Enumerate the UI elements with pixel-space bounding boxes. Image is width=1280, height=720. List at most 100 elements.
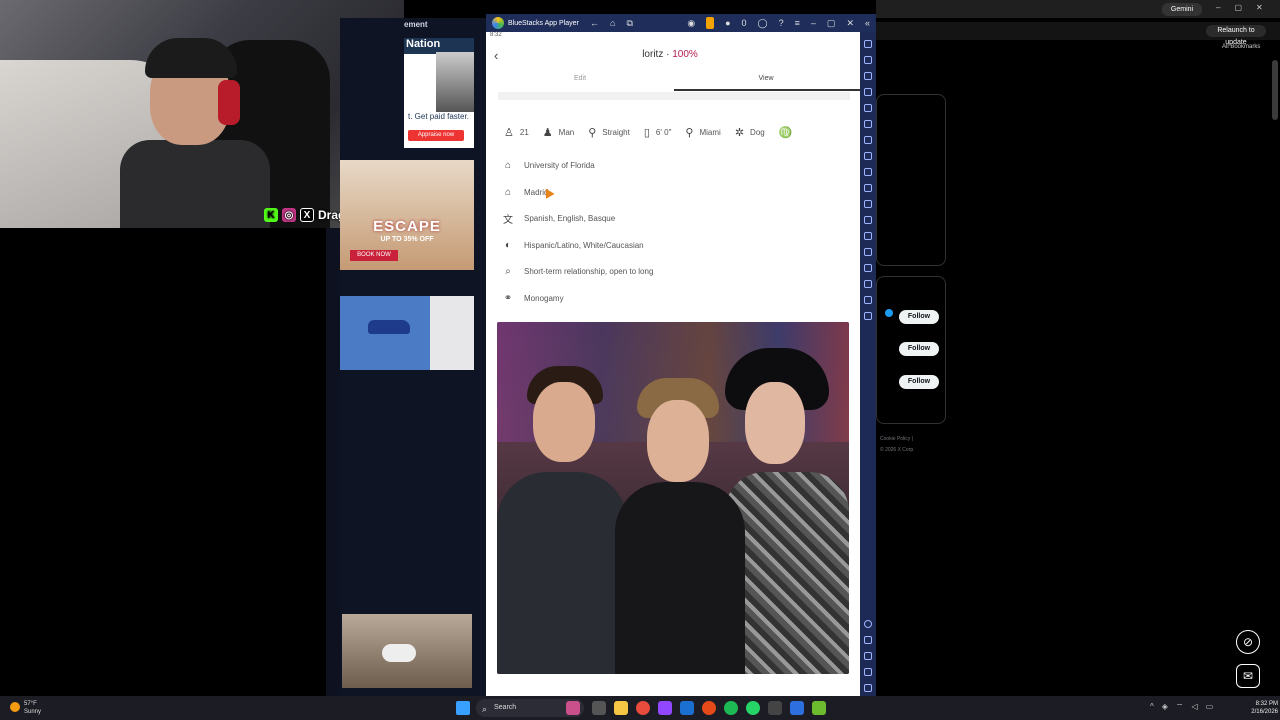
sidebar-keyboard-icon[interactable] <box>864 72 872 80</box>
gemini-button[interactable]: Gemini <box>1162 3 1202 16</box>
play-badge-icon[interactable] <box>706 17 715 29</box>
sidebar-record-icon[interactable] <box>864 136 872 144</box>
emulator-title: BlueStacks App Player <box>508 19 579 27</box>
browser-close-icon[interactable]: ✕ <box>1256 3 1263 15</box>
sidebar-macro-icon[interactable] <box>864 152 872 160</box>
gender-icon: ♟ <box>542 126 553 139</box>
relaunch-button[interactable]: Relaunch to update <box>1206 25 1266 46</box>
kick-icon: K <box>264 208 278 222</box>
tray-volume-icon[interactable]: ◁ <box>1191 702 1197 714</box>
vital-item: ▯ 6' 0" <box>644 126 672 139</box>
home-icon: ⌂ <box>504 186 512 198</box>
sidebar-settings-bottom-icon[interactable] <box>864 636 872 644</box>
ad2-subtitle: UP TO 35% OFF <box>380 236 434 243</box>
ad-banner-3[interactable] <box>340 296 474 370</box>
sidebar-settings-icon[interactable] <box>864 296 872 304</box>
taskbar-app4-icon[interactable] <box>768 701 782 715</box>
sidebar-shake-icon[interactable] <box>864 200 872 208</box>
follow-button[interactable]: Follow <box>899 342 939 356</box>
sidebar-back-icon[interactable] <box>864 652 872 660</box>
taskbar-app2-icon[interactable] <box>680 701 694 715</box>
sidebar-rotate-icon[interactable] <box>864 104 872 112</box>
info-label: University of Florida <box>524 160 595 170</box>
sidebar-gamepad-icon[interactable] <box>864 88 872 96</box>
tab-view[interactable]: View <box>672 75 860 82</box>
tab-edit[interactable]: Edit <box>486 75 674 82</box>
taskbar-chrome-icon[interactable] <box>636 701 650 715</box>
vital-label: Dog <box>750 127 765 137</box>
sidebar-fullscreen-icon[interactable] <box>864 40 872 48</box>
sidebar-sync-icon[interactable] <box>864 264 872 272</box>
taskbar-clock[interactable]: 8:32 PM 2/16/2026 <box>1238 700 1278 718</box>
sidebar-eco-icon[interactable] <box>864 248 872 256</box>
search-icon: ⌕ <box>505 265 511 277</box>
messages-icon[interactable]: ✉ <box>1236 664 1260 688</box>
maximize-icon[interactable]: ▢ <box>827 18 836 29</box>
sidebar-trash-icon[interactable] <box>864 280 872 288</box>
sidebar-location-icon[interactable] <box>864 184 872 192</box>
browser-window-controls: – ▢ ✕ <box>1216 3 1276 15</box>
profile-photo[interactable] <box>497 322 849 674</box>
follow-button[interactable]: Follow <box>899 375 939 389</box>
tray-chevron-icon[interactable]: ^ <box>1150 702 1154 714</box>
account-icon[interactable]: ◯ <box>758 18 768 29</box>
sidebar-recent-icon[interactable] <box>864 684 872 692</box>
vital-item: ♟ Man <box>543 126 574 139</box>
sidebar-volume-icon[interactable] <box>864 56 872 64</box>
sidebar-home-icon[interactable] <box>864 668 872 676</box>
ad-banner-2[interactable]: ESCAPE UP TO 35% OFF BOOK NOW <box>340 160 474 270</box>
grok-icon[interactable]: ⊘ <box>1236 630 1260 654</box>
home-nav-icon[interactable]: ⌂ <box>610 18 615 28</box>
help-icon[interactable]: ? <box>779 18 784 28</box>
browser-maximize-icon[interactable]: ▢ <box>1234 3 1242 15</box>
taskbar-bluestacks-icon[interactable] <box>812 701 826 715</box>
ad2-button[interactable]: BOOK NOW <box>350 250 398 261</box>
follow-button[interactable]: Follow <box>899 310 939 324</box>
ethnicity-icon: ◐ <box>504 239 512 251</box>
windows-start-icon[interactable] <box>456 701 470 715</box>
sidebar-help-icon[interactable] <box>864 620 872 628</box>
taskbar-app3-icon[interactable] <box>702 701 716 715</box>
sidebar-apk-icon[interactable] <box>864 216 872 224</box>
browser-minimize-icon[interactable]: – <box>1216 3 1220 15</box>
minimize-icon[interactable]: – <box>811 18 816 28</box>
taskbar-app-icon[interactable] <box>566 701 580 715</box>
menu-icon[interactable]: ≡ <box>795 18 800 28</box>
taskbar-twitch-icon[interactable] <box>658 701 672 715</box>
taskbar-app5-icon[interactable] <box>790 701 804 715</box>
collapse-icon[interactable]: « <box>865 18 870 28</box>
vital-item: ♍ <box>779 126 799 139</box>
info-row: 文 Spanish, English, Basque <box>502 211 842 226</box>
weather-widget[interactable]: 57°F Sunny <box>10 700 80 718</box>
info-row: ⌂ University of Florida <box>502 158 842 172</box>
taskbar-whatsapp-icon[interactable] <box>746 701 760 715</box>
ad-banner-4[interactable] <box>342 614 472 688</box>
clock-date: 2/16/2026 <box>1251 709 1278 715</box>
sidebar-folder-icon[interactable] <box>864 232 872 240</box>
taskbar-taskview-icon[interactable] <box>592 701 606 715</box>
tray-network-icon[interactable]: ⌔ <box>1176 702 1184 714</box>
all-bookmarks[interactable]: All Bookmarks <box>1222 44 1278 54</box>
footer-cookie-policy[interactable]: Cookie Policy | <box>880 434 940 445</box>
back-arrow-icon[interactable]: ‹ <box>494 48 506 63</box>
browser-scrollbar[interactable] <box>1272 60 1278 120</box>
sidebar-instance-icon[interactable] <box>864 168 872 176</box>
back-nav-icon[interactable]: ← <box>590 18 599 28</box>
clock-time: 8:32 PM <box>1255 701 1278 707</box>
tray-battery-icon[interactable]: ▭ <box>1206 702 1214 714</box>
close-icon[interactable]: ✕ <box>846 18 854 29</box>
webcam-headset <box>218 80 240 125</box>
vital-label: 6' 0" <box>655 127 672 137</box>
taskbar-spotify-icon[interactable] <box>724 701 738 715</box>
vital-label: 21 <box>519 127 529 137</box>
ad-banner-1[interactable]: Nation t. Get paid faster. Appraise now <box>404 38 474 148</box>
taskbar-explorer-icon[interactable] <box>614 701 628 715</box>
controller-icon[interactable]: ◉ <box>687 18 695 29</box>
vitals-row: ♙ 21 ♟ Man ⚲ Straight ▯ 6' 0" ⚲ Miami ✲ Dog ♍ <box>498 122 850 142</box>
tray-app-icon[interactable]: ◈ <box>1162 702 1168 714</box>
multitask-icon[interactable]: ⧉ <box>626 18 632 29</box>
sidebar-more-icon[interactable] <box>864 312 872 320</box>
info-label: Hispanic/Latino, White/Caucasian <box>524 240 644 250</box>
ad1-button[interactable]: Appraise now <box>408 130 464 141</box>
sidebar-screenshot-icon[interactable] <box>864 120 872 128</box>
